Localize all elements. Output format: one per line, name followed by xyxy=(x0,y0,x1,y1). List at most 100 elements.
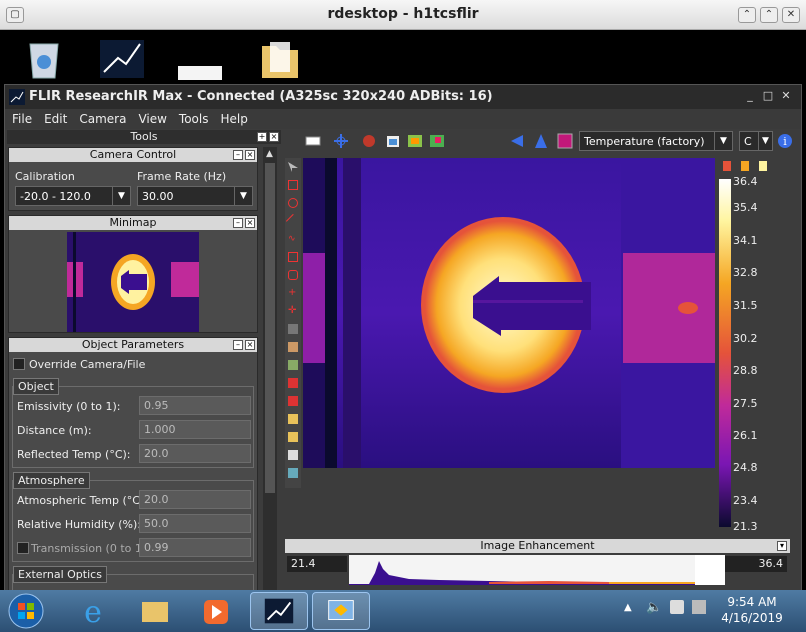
cross-tool-icon[interactable]: ✛ xyxy=(288,306,298,316)
show-hidden-icons-icon[interactable]: ▲ xyxy=(624,602,632,613)
tools-add-button[interactable]: + xyxy=(257,132,267,142)
object-parameters-section: Object Parameters – × Override Camera/Fi… xyxy=(8,337,258,593)
menu-edit[interactable]: Edit xyxy=(37,109,72,129)
calibration-value: -20.0 - 120.0 xyxy=(20,190,91,203)
file-explorer-icon[interactable] xyxy=(126,592,184,630)
rd-close-button[interactable]: ✕ xyxy=(782,7,800,23)
researchir-shortcut-icon[interactable] xyxy=(98,38,146,80)
scrollbar-thumb[interactable] xyxy=(265,163,275,493)
camera-control-header[interactable]: Camera Control xyxy=(9,148,257,162)
line-tool-icon[interactable] xyxy=(285,213,301,229)
delete-all-icon[interactable] xyxy=(288,396,298,406)
chevron-down-icon: ▼ xyxy=(758,132,772,150)
ellipse-tool-icon[interactable] xyxy=(288,198,298,208)
import-icon[interactable] xyxy=(288,432,298,442)
colorbar-settings-icon[interactable] xyxy=(723,159,767,173)
image-enhancement-header[interactable]: Image Enhancement xyxy=(285,539,790,553)
spot-tool-icon[interactable]: + xyxy=(288,288,298,298)
folder-icon[interactable] xyxy=(256,38,304,80)
crosshair-icon[interactable] xyxy=(333,133,349,149)
researchir-taskbar-icon[interactable] xyxy=(250,592,308,630)
rd-maximize-button[interactable]: ⌃ xyxy=(760,7,778,23)
palette-icon[interactable] xyxy=(429,133,445,149)
units-dropdown[interactable]: Temperature (factory) ▼ xyxy=(579,131,733,151)
network-icon[interactable] xyxy=(692,600,706,614)
override-camera-checkbox[interactable] xyxy=(13,358,25,370)
image-icon[interactable] xyxy=(407,133,423,149)
polygon-tool-icon[interactable] xyxy=(288,252,298,262)
reflected-temp-field[interactable]: 20.0 xyxy=(139,444,251,463)
menu-camera[interactable]: Camera xyxy=(72,109,131,129)
object-parameters-header[interactable]: Object Parameters xyxy=(9,338,257,352)
recycle-bin-icon[interactable] xyxy=(20,38,68,80)
minimap-collapse-button[interactable]: – xyxy=(233,218,243,228)
atmospheric-temp-label: Atmospheric Temp (°C): xyxy=(17,494,148,507)
distance-field[interactable]: 1.000 xyxy=(139,420,251,439)
app-minimize-button[interactable]: _ xyxy=(743,89,757,103)
histogram[interactable] xyxy=(349,555,695,585)
atmospheric-temp-field[interactable]: 20.0 xyxy=(139,490,251,509)
tool-c-icon[interactable] xyxy=(288,360,298,370)
thermal-image-view[interactable] xyxy=(303,158,715,468)
emissivity-field[interactable]: 0.95 xyxy=(139,396,251,415)
calibration-dropdown[interactable]: -20.0 - 120.0 ▼ xyxy=(15,186,131,206)
rectangle-tool-icon[interactable] xyxy=(288,180,298,190)
color-palette-icon[interactable] xyxy=(557,133,573,149)
tool-b-icon[interactable] xyxy=(288,342,298,352)
document-icon[interactable] xyxy=(176,38,224,80)
open-folder-icon[interactable] xyxy=(288,414,298,424)
researchir-window: FLIR ResearchIR Max - Connected (A325sc … xyxy=(4,84,802,593)
emissivity-label: Emissivity (0 to 1): xyxy=(17,400,121,413)
tool-a-icon[interactable] xyxy=(288,324,298,334)
menu-help[interactable]: Help xyxy=(213,109,252,129)
minimap-header[interactable]: Minimap xyxy=(9,216,257,230)
action-center-icon[interactable] xyxy=(670,600,684,614)
delete-tool-icon[interactable] xyxy=(288,378,298,388)
internet-explorer-icon[interactable]: e xyxy=(64,592,122,630)
pointer-icon[interactable] xyxy=(288,162,298,172)
freehand-tool-icon[interactable] xyxy=(288,270,298,280)
distance-label: Distance (m): xyxy=(17,424,92,437)
eye-icon[interactable] xyxy=(288,468,298,478)
enhancement-max-value[interactable]: 36.4 xyxy=(725,556,787,572)
menu-view[interactable]: View xyxy=(131,109,171,129)
scroll-up-icon[interactable]: ▲ xyxy=(266,149,273,159)
minimap-thermal-thumbnail[interactable] xyxy=(67,232,199,332)
menu-file[interactable]: File xyxy=(5,109,37,129)
layout-icon[interactable] xyxy=(305,133,321,149)
polyline-tool-icon[interactable]: ∿ xyxy=(288,234,298,244)
chevron-down-icon: ▼ xyxy=(714,132,732,150)
frame-rate-dropdown[interactable]: 30.00 ▼ xyxy=(137,186,253,206)
flip-horizontal-icon[interactable] xyxy=(509,133,525,149)
save-icon[interactable] xyxy=(288,450,298,460)
rd-minimize-button[interactable]: ⌃ xyxy=(738,7,756,23)
enhancement-collapse-icon[interactable]: ▾ xyxy=(777,541,787,551)
enhancement-min-value[interactable]: 21.4 xyxy=(287,556,347,572)
humidity-field[interactable]: 50.0 xyxy=(139,514,251,533)
camera-control-close-button[interactable]: × xyxy=(245,150,255,160)
clock[interactable]: 9:54 AM 4/16/2019 xyxy=(712,594,792,626)
app-close-button[interactable]: ✕ xyxy=(779,89,793,103)
record-icon[interactable] xyxy=(361,133,377,149)
transmission-checkbox[interactable] xyxy=(17,542,29,554)
app-maximize-button[interactable]: □ xyxy=(761,89,775,103)
tools-close-button[interactable]: × xyxy=(269,132,279,142)
camera-control-collapse-button[interactable]: – xyxy=(233,150,243,160)
flip-vertical-icon[interactable] xyxy=(533,133,549,149)
volume-icon[interactable]: 🔈 xyxy=(646,600,662,615)
start-button-icon[interactable] xyxy=(6,592,46,630)
transmission-field[interactable]: 0.99 xyxy=(139,538,251,557)
object-params-collapse-button[interactable]: – xyxy=(233,340,243,350)
app-titlebar: FLIR ResearchIR Max - Connected (A325sc … xyxy=(5,85,801,109)
remote-desktop-taskbar-icon[interactable] xyxy=(312,592,370,630)
transmission-label: Transmission (0 to 1): xyxy=(31,542,150,555)
snapshot-icon[interactable] xyxy=(385,133,401,149)
object-params-close-button[interactable]: × xyxy=(245,340,255,350)
info-icon[interactable]: i xyxy=(777,133,793,149)
colorbar[interactable] xyxy=(719,179,731,527)
minimap-close-button[interactable]: × xyxy=(245,218,255,228)
unit-dropdown[interactable]: C ▼ xyxy=(739,131,773,151)
menu-tools[interactable]: Tools xyxy=(172,109,214,129)
tools-scrollbar[interactable]: ▲ xyxy=(263,147,277,593)
media-player-icon[interactable] xyxy=(188,592,246,630)
